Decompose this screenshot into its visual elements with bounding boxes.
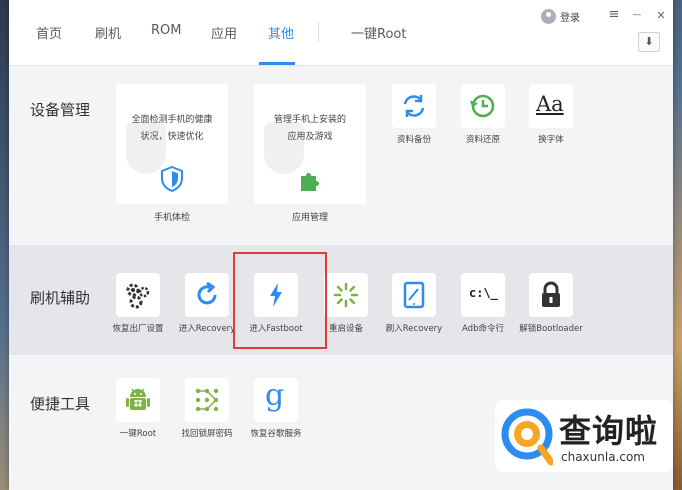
card-desc-line1: 管理手机上安装的 bbox=[273, 115, 346, 125]
backup-data-button[interactable] bbox=[392, 84, 436, 128]
card-desc-line2: 状况，快速优化 bbox=[140, 132, 204, 142]
section-title-flash-assist: 刷机辅助 bbox=[30, 289, 91, 307]
shield-icon bbox=[161, 166, 183, 192]
user-avatar-icon bbox=[541, 9, 556, 24]
spinner-icon bbox=[333, 282, 359, 308]
unlock-bootloader-button[interactable] bbox=[529, 273, 573, 317]
download-icon[interactable]: ⬇ bbox=[638, 32, 660, 52]
recover-lock-password-button[interactable] bbox=[185, 378, 229, 422]
card-desc-line2: 应用及游戏 bbox=[287, 132, 333, 142]
flash-assist-section: 刷机辅助 恢复出厂设置 进入Recovery 进入Fastboot 重启设备 刷… bbox=[9, 245, 673, 355]
minimize-icon[interactable]: — bbox=[630, 10, 644, 20]
device-management-section: 设备管理 全面检测手机的健康 状况，快速优化 手机体检 管理手机上安装的 应用及… bbox=[9, 67, 673, 245]
adb-command-button[interactable]: c:\_ bbox=[461, 273, 505, 317]
refresh-icon bbox=[197, 281, 217, 305]
login-label: 登录 bbox=[560, 13, 580, 24]
reboot-device-button[interactable] bbox=[324, 273, 368, 317]
tab-one-click-root[interactable]: 一键Root bbox=[351, 23, 406, 42]
watermark-logo: 查询啦 chaxunla.com bbox=[495, 400, 673, 472]
google-icon: g bbox=[265, 378, 285, 413]
android-icon bbox=[126, 388, 150, 410]
font-icon: Aa bbox=[536, 92, 564, 116]
tab-flash[interactable]: 刷机 bbox=[95, 23, 121, 42]
login-button[interactable]: 登录 bbox=[541, 9, 580, 24]
enter-fastboot-button[interactable] bbox=[254, 273, 298, 317]
close-icon[interactable]: ✕ bbox=[654, 9, 668, 22]
restore-data-button[interactable] bbox=[461, 84, 505, 128]
pattern-lock-icon bbox=[195, 388, 219, 412]
clock-restore-icon bbox=[470, 94, 495, 118]
sync-icon bbox=[403, 95, 425, 117]
tab-home[interactable]: 首页 bbox=[36, 23, 62, 42]
unlock-bootloader-label: 解锁Bootloader bbox=[519, 324, 583, 334]
tab-rom[interactable]: ROM bbox=[151, 23, 181, 38]
lock-icon bbox=[542, 281, 560, 307]
tab-apps[interactable]: 应用 bbox=[211, 23, 237, 42]
section-title-device-management: 设备管理 bbox=[30, 101, 91, 119]
one-click-root-button[interactable] bbox=[116, 378, 160, 422]
puzzle-icon bbox=[301, 173, 319, 191]
menu-icon[interactable]: ≡ bbox=[607, 7, 621, 22]
change-font-label: 换字体 bbox=[538, 135, 564, 145]
restore-google-services-label: 恢复谷歌服务 bbox=[250, 429, 302, 439]
watermark-cn-text: 查询啦 bbox=[559, 412, 659, 450]
search-logo-icon bbox=[501, 408, 553, 466]
phone-checkup-label: 手机体检 bbox=[153, 213, 190, 223]
watermark-url-text: chaxunla.com bbox=[561, 450, 645, 464]
tab-other[interactable]: 其他 bbox=[268, 23, 294, 42]
enter-recovery-button[interactable] bbox=[185, 273, 229, 317]
gears-icon bbox=[126, 283, 150, 309]
factory-reset-button[interactable] bbox=[116, 273, 160, 317]
tablet-icon bbox=[403, 281, 425, 309]
tab-divider bbox=[318, 22, 319, 42]
card-desc-line1: 全面检测手机的健康 bbox=[131, 115, 213, 125]
app-management-label: 应用管理 bbox=[291, 213, 328, 223]
app-management-card[interactable]: 管理手机上安装的 应用及游戏 bbox=[254, 84, 366, 204]
top-nav-bar: 首页 刷机 ROM 应用 其他 一键Root 登录 ≡ — ✕ ⬇ bbox=[9, 0, 673, 66]
terminal-icon: c:\_ bbox=[469, 286, 498, 300]
phone-checkup-card[interactable]: 全面检测手机的健康 状况，快速优化 bbox=[116, 84, 228, 204]
active-tab-indicator bbox=[259, 62, 295, 65]
change-font-button[interactable]: Aa bbox=[529, 84, 573, 128]
restore-google-services-button[interactable]: g bbox=[254, 378, 298, 422]
lightning-icon bbox=[270, 283, 282, 307]
flash-recovery-button[interactable] bbox=[392, 273, 436, 317]
section-title-quick-tools: 便捷工具 bbox=[30, 395, 91, 413]
